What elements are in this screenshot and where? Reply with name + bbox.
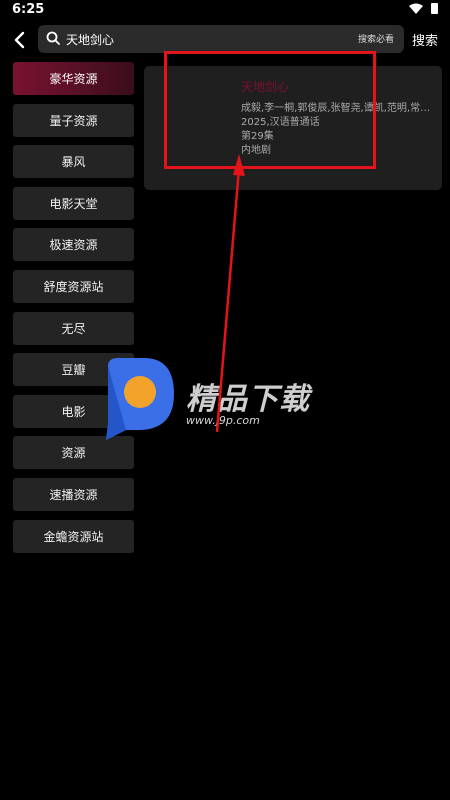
- chevron-left-icon: [14, 31, 25, 49]
- app-screen: 6:25 搜索必看 搜索 豪华资源 量子资源 暴风 电影天堂 极速资源 舒度资源…: [0, 0, 450, 800]
- source-item-wujin[interactable]: 无尽: [13, 311, 134, 345]
- status-icons: [409, 3, 438, 14]
- source-item-dianying-tiantang[interactable]: 电影天堂: [13, 186, 134, 220]
- search-input[interactable]: [66, 29, 326, 49]
- search-hint[interactable]: 搜索必看: [358, 32, 394, 45]
- source-item-baofeng[interactable]: 暴风: [13, 145, 134, 179]
- wifi-icon: [409, 3, 423, 14]
- status-time: 6:25: [12, 2, 45, 17]
- search-icon: [46, 31, 60, 45]
- source-item-liangzi[interactable]: 量子资源: [13, 103, 134, 137]
- battery-icon: [431, 3, 438, 14]
- search-button[interactable]: 搜索: [412, 30, 438, 49]
- source-item-haohua[interactable]: 豪华资源: [13, 62, 134, 95]
- brand-logo-icon: [106, 358, 174, 440]
- search-box[interactable]: 搜索必看: [38, 25, 404, 53]
- watermark-brand: 精品下载: [186, 382, 310, 417]
- source-item-jisu[interactable]: 极速资源: [13, 228, 134, 262]
- status-bar: 6:25: [0, 0, 450, 22]
- annotation-highlight-box: [164, 51, 376, 169]
- source-item-shudu[interactable]: 舒度资源站: [13, 269, 134, 303]
- back-button[interactable]: [8, 28, 30, 52]
- watermark: 精品下载 www.j9p.com: [98, 358, 358, 448]
- source-sidebar: 豪华资源 量子资源 暴风 电影天堂 极速资源 舒度资源站 无尽 豆瓣 电影 资源…: [13, 62, 134, 561]
- watermark-url: www.j9p.com: [186, 414, 260, 427]
- source-item-jinchan[interactable]: 金蟾资源站: [13, 519, 134, 553]
- source-item-subo[interactable]: 速播资源: [13, 477, 134, 511]
